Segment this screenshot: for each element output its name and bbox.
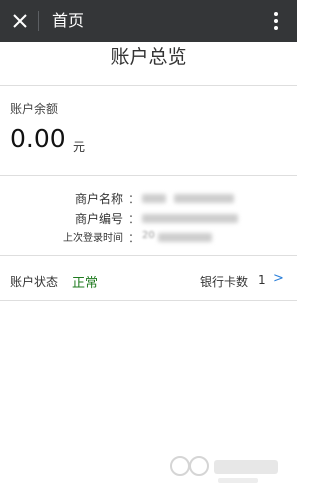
merchant-id-label: 商户编号 (74, 212, 123, 226)
merchant-name-colon: ： (128, 192, 141, 206)
close-icon (13, 14, 27, 28)
more-vertical-icon-dot (274, 19, 278, 23)
blurred-value (142, 194, 166, 203)
account-status-label: 账户状态 (10, 275, 59, 289)
last-login-label: 上次登录时间 (63, 233, 123, 244)
close-button[interactable] (9, 10, 31, 32)
bankcard-count-label[interactable]: 银行卡数 (200, 273, 248, 290)
blurred-value (142, 214, 238, 223)
watermark-logo (170, 456, 278, 483)
header-title: 首页 (52, 11, 85, 30)
divider (0, 175, 297, 176)
balance-label: 账户余额 (10, 102, 59, 116)
more-menu-button[interactable] (265, 10, 287, 32)
divider (0, 300, 297, 301)
divider (0, 85, 297, 86)
more-vertical-icon (274, 12, 278, 16)
blurred-value (174, 194, 234, 203)
merchant-id-row: 商户编号 ： (0, 210, 297, 228)
divider (0, 255, 297, 256)
top-bar: 首页 (0, 0, 297, 42)
merchant-id-colon: ： (128, 212, 141, 226)
last-login-value: 20 (142, 230, 155, 241)
merchant-name-label: 商户名称 (74, 192, 123, 206)
bankcard-count-value[interactable]: 1 (258, 273, 266, 287)
account-status-value: 正常 (72, 276, 99, 291)
blurred-value (158, 233, 212, 242)
balance-amount: 0.00 (10, 124, 66, 153)
last-login-row: 上次登录时间 ： 20 (0, 229, 297, 247)
more-vertical-icon-dot (274, 26, 278, 30)
page-title: 账户总览 (110, 46, 187, 68)
merchant-name-row: 商户名称 ： (0, 190, 297, 208)
balance-unit: 元 (73, 140, 86, 154)
chevron-right-icon[interactable]: > (273, 271, 284, 286)
last-login-colon: ： (128, 231, 141, 245)
header-separator (38, 11, 39, 31)
